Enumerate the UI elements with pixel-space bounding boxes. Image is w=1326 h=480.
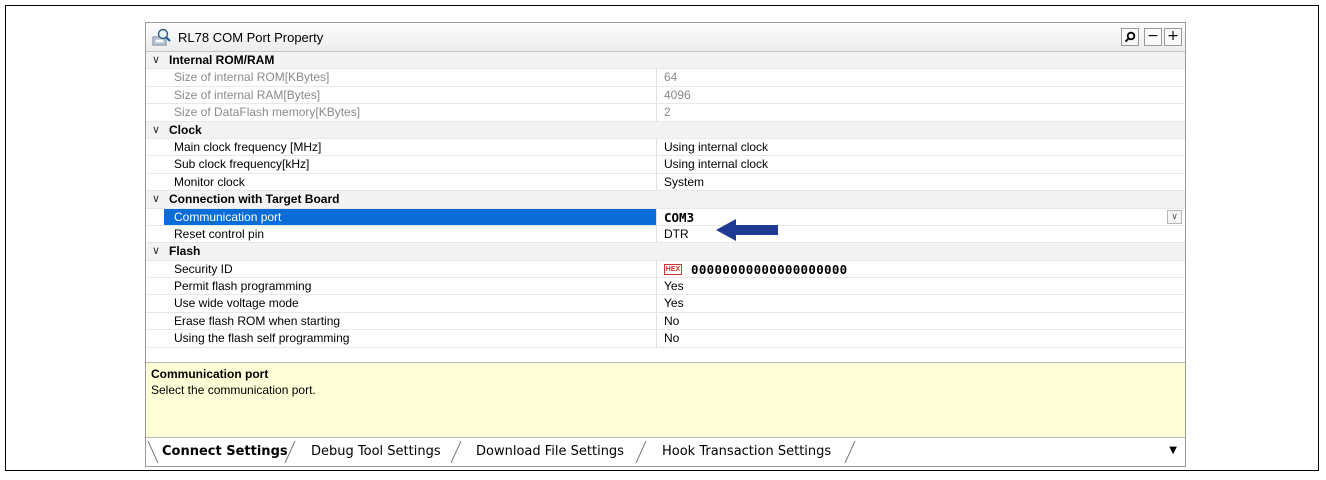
property-window-icon [152, 28, 171, 46]
property-value[interactable]: Using internal clock [664, 140, 768, 154]
column-divider[interactable] [656, 138, 657, 156]
column-divider[interactable] [656, 225, 657, 243]
property-value: 4096 [664, 87, 691, 102]
property-value: 64 [664, 70, 678, 85]
column-divider[interactable] [656, 69, 657, 86]
property-value[interactable]: Yes [664, 279, 684, 293]
property-value[interactable]: No [664, 314, 679, 328]
tab-download-file-settings[interactable]: Download File Settings [476, 440, 624, 464]
chevron-down-icon[interactable]: ∨ [152, 53, 160, 66]
property-row[interactable]: Erase flash ROM when starting No [146, 312, 1185, 331]
tab-hook-transaction-settings[interactable]: Hook Transaction Settings [662, 440, 831, 464]
property-name: Communication port [174, 209, 282, 224]
column-divider[interactable] [656, 330, 657, 347]
property-row[interactable]: Monitor clock System [146, 173, 1185, 192]
column-divider[interactable] [656, 295, 657, 312]
property-name: Size of DataFlash memory[KBytes] [174, 105, 361, 120]
category-label: Clock [169, 122, 202, 137]
property-panel: RL78 COM Port Property − + ∨ Internal ROM… [145, 22, 1186, 467]
title-bar: RL78 COM Port Property − + [146, 23, 1185, 52]
column-divider[interactable] [656, 173, 657, 191]
hex-badge[interactable]: HEX [664, 263, 682, 275]
search-button[interactable] [1121, 28, 1139, 46]
property-name: Monitor clock [174, 174, 245, 189]
property-value[interactable]: DTR [664, 227, 689, 241]
description-panel: Communication port Select the communicat… [146, 362, 1185, 437]
expand-all-button[interactable]: + [1164, 28, 1182, 46]
property-row[interactable]: Use wide voltage mode Yes [146, 295, 1185, 313]
chevron-down-icon[interactable]: ∨ [152, 244, 160, 257]
column-divider[interactable] [656, 312, 657, 330]
property-value[interactable]: System [664, 175, 704, 189]
property-name: Reset control pin [174, 226, 265, 241]
property-row[interactable]: Size of DataFlash memory[KBytes] 2 [146, 104, 1185, 122]
property-name: Sub clock frequency[kHz] [174, 157, 310, 172]
property-value[interactable]: Yes [664, 296, 684, 310]
category-row[interactable]: ∨ Internal ROM/RAM [146, 52, 1185, 70]
property-value[interactable]: No [664, 331, 679, 345]
tab-separator [284, 440, 296, 464]
category-row[interactable]: ∨ Clock [146, 121, 1185, 139]
property-row[interactable]: Security ID HEX 00000000000000000000 [146, 260, 1185, 279]
property-row[interactable]: Size of internal ROM[KBytes] 64 [146, 69, 1185, 87]
property-row[interactable]: Reset control pin DTR [146, 225, 1185, 244]
property-name: Use wide voltage mode [174, 296, 299, 311]
property-value[interactable]: 00000000000000000000 [691, 262, 848, 277]
property-name: Erase flash ROM when starting [174, 313, 341, 328]
tab-bar: Connect Settings Debug Tool Settings Dow… [146, 437, 1185, 466]
chevron-down-icon[interactable]: ∨ [152, 192, 160, 205]
property-row[interactable]: Sub clock frequency[kHz] Using internal c… [146, 156, 1185, 174]
property-name: Size of internal ROM[KBytes] [174, 70, 330, 85]
column-divider[interactable] [656, 156, 657, 173]
column-divider[interactable] [656, 260, 657, 278]
column-divider[interactable] [656, 208, 657, 225]
tab-separator [147, 440, 159, 464]
property-grid: ∨ Internal ROM/RAM Size of internal ROM[KB… [146, 52, 1185, 348]
tab-separator [450, 440, 462, 464]
column-divider[interactable] [656, 86, 657, 104]
description-text: Select the communication port. [151, 383, 316, 397]
chevron-down-icon[interactable]: ∨ [152, 123, 160, 136]
description-title: Communication port [151, 367, 269, 381]
property-value[interactable]: Using internal clock [664, 157, 768, 171]
property-value[interactable]: COM3 [664, 210, 694, 225]
property-name: Size of internal RAM[Bytes] [174, 87, 321, 102]
property-name: Security ID [174, 261, 233, 276]
property-name: Permit flash programming [174, 279, 312, 294]
dropdown-button[interactable]: ∨ [1167, 209, 1182, 224]
tab-menu-dropdown-icon[interactable]: ▼ [1169, 445, 1177, 456]
tab-separator [844, 440, 856, 464]
property-value: 2 [664, 105, 671, 120]
search-icon [1124, 31, 1136, 43]
property-row[interactable]: Main clock frequency [MHz] Using internal… [146, 138, 1185, 157]
category-label: Flash [169, 244, 201, 259]
property-name: Using the flash self programming [174, 331, 350, 346]
property-row[interactable]: Communication port COM3 ∨ [146, 208, 1185, 226]
window-title: RL78 COM Port Property [178, 30, 324, 45]
column-divider[interactable] [656, 104, 657, 121]
tab-debug-tool-settings[interactable]: Debug Tool Settings [311, 440, 441, 464]
tab-connect-settings[interactable]: Connect Settings [162, 440, 288, 464]
annotation-arrow [716, 219, 778, 241]
property-row[interactable]: Using the flash self programming No [146, 330, 1185, 348]
category-label: Internal ROM/RAM [169, 53, 275, 67]
category-label: Connection with Target Board [169, 192, 340, 207]
property-row[interactable]: Permit flash programming Yes [146, 278, 1185, 296]
collapse-all-button[interactable]: − [1144, 28, 1162, 46]
property-name: Main clock frequency [MHz] [174, 139, 322, 154]
column-divider[interactable] [656, 278, 657, 295]
property-row[interactable]: Size of internal RAM[Bytes] 4096 [146, 86, 1185, 105]
category-row[interactable]: ∨ Connection with Target Board [146, 191, 1185, 209]
tab-separator [635, 440, 647, 464]
category-row[interactable]: ∨ Flash [146, 243, 1185, 261]
